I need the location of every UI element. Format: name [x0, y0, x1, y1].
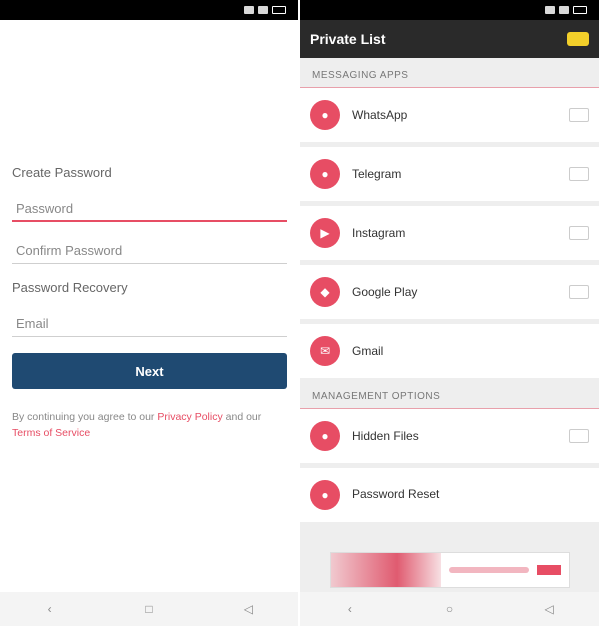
privacy-policy-link[interactable]: Privacy Policy — [157, 411, 222, 423]
app-top-bar: Private List — [300, 20, 599, 58]
top-bar-title: Private List — [310, 31, 386, 47]
status-icons — [244, 6, 286, 14]
email-field[interactable] — [12, 311, 287, 337]
recents-icon[interactable]: ◁ — [540, 602, 558, 616]
private-list-screen: Private List Messaging Apps ● WhatsApp ●… — [300, 0, 599, 626]
create-password-label: Create Password — [12, 165, 112, 180]
ad-image — [331, 553, 441, 587]
premium-badge-icon[interactable] — [567, 32, 589, 46]
item-title: Telegram — [352, 167, 402, 181]
password-field[interactable] — [12, 196, 287, 222]
lock-toggle[interactable] — [569, 167, 589, 181]
system-nav-bar: ‹ □ ◁ — [0, 592, 298, 626]
app-icon: ● — [310, 480, 340, 510]
signal-icon — [244, 6, 254, 14]
system-nav-bar-right: ‹ ○ ◁ — [300, 592, 599, 626]
list-item[interactable]: ▶ Instagram — [300, 206, 599, 260]
ad-cta-button[interactable] — [537, 565, 561, 575]
item-title: Password Reset — [352, 486, 440, 501]
battery-icon — [272, 6, 286, 14]
home-icon[interactable]: □ — [140, 602, 158, 616]
screenshot-stage: Create Password Password Recovery Next B… — [0, 0, 599, 626]
list-item[interactable]: ● Password Reset — [300, 468, 599, 522]
terms-middle: and our — [225, 411, 262, 423]
signal-icon — [545, 6, 555, 14]
terms-prefix: By continuing you agree to our — [12, 411, 155, 423]
terms-text: By continuing you agree to our Privacy P… — [12, 409, 287, 441]
battery-icon — [573, 6, 587, 14]
app-icon: ● — [310, 100, 340, 130]
recents-icon[interactable]: ◁ — [239, 602, 257, 616]
lock-toggle[interactable] — [569, 285, 589, 299]
status-icons-right — [545, 6, 587, 14]
status-bar-right — [300, 0, 599, 20]
list-item[interactable]: ● WhatsApp — [300, 88, 599, 142]
home-icon[interactable]: ○ — [440, 602, 458, 616]
status-bar — [0, 0, 298, 20]
app-list: Messaging Apps ● WhatsApp ● Telegram ▶ I… — [300, 62, 599, 527]
wifi-icon — [559, 6, 569, 14]
app-icon: ▶ — [310, 218, 340, 248]
list-item[interactable]: ● Telegram — [300, 147, 599, 201]
password-form: Create Password Password Recovery Next B… — [12, 165, 287, 441]
back-icon[interactable]: ‹ — [41, 602, 59, 616]
app-icon: ◆ — [310, 277, 340, 307]
password-input[interactable] — [12, 196, 287, 220]
ad-banner[interactable] — [330, 552, 570, 588]
app-icon: ● — [310, 421, 340, 451]
list-item[interactable]: ◆ Google Play — [300, 265, 599, 319]
lock-toggle[interactable] — [569, 108, 589, 122]
password-recovery-label: Password Recovery — [12, 280, 128, 295]
list-item[interactable]: ● Hidden Files — [300, 409, 599, 463]
wifi-icon — [258, 6, 268, 14]
submit-button[interactable]: Next — [12, 353, 287, 389]
item-title: WhatsApp — [352, 108, 408, 122]
lock-toggle[interactable] — [569, 226, 589, 240]
email-input[interactable] — [12, 311, 287, 336]
app-icon: ● — [310, 159, 340, 189]
back-icon[interactable]: ‹ — [341, 602, 359, 616]
item-title: Instagram — [352, 226, 406, 240]
terms-of-service-link[interactable]: Terms of Service — [12, 427, 90, 439]
group-header-messaging: Messaging Apps — [300, 62, 599, 88]
confirm-password-input[interactable] — [12, 238, 287, 263]
item-title: Hidden Files — [352, 429, 419, 443]
item-title: Google Play — [352, 285, 418, 299]
group-header-management: Management Options — [300, 383, 599, 409]
confirm-password-field[interactable] — [12, 238, 287, 264]
list-item[interactable]: ✉ Gmail — [300, 324, 599, 378]
ad-text-placeholder — [449, 567, 529, 573]
lock-toggle[interactable] — [569, 429, 589, 443]
password-setup-screen: Create Password Password Recovery Next B… — [0, 0, 298, 626]
app-icon: ✉ — [310, 336, 340, 366]
item-title: Gmail — [352, 344, 384, 358]
